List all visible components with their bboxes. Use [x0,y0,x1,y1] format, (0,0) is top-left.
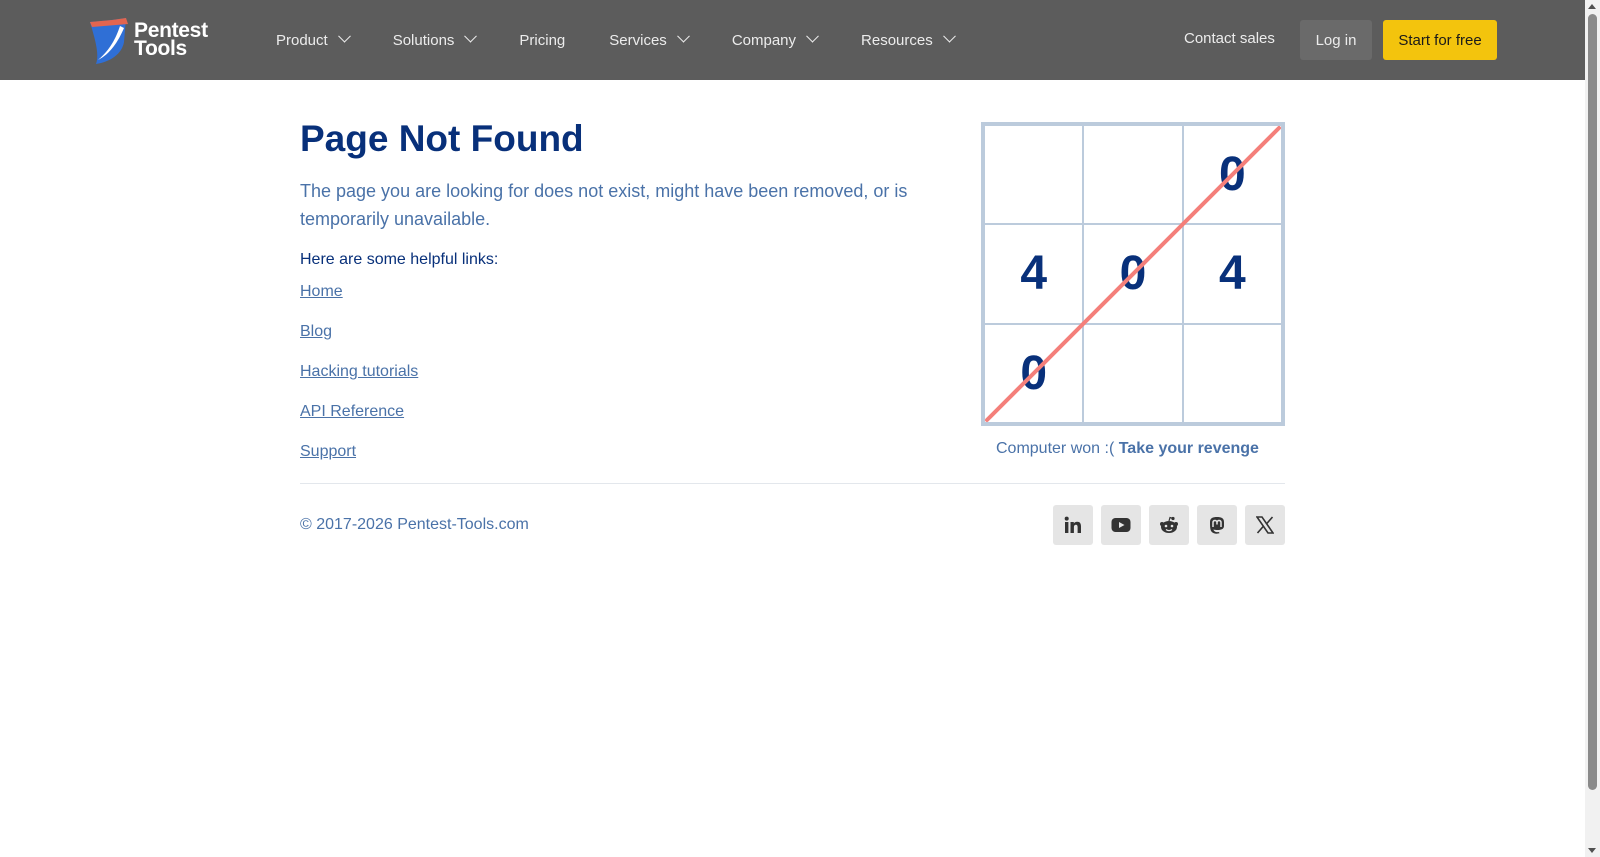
top-navbar: Pentest Tools Product Solutions Pricing … [0,0,1585,80]
logo-text: Pentest Tools [134,19,208,60]
game-result-text: Computer won :( [996,440,1115,457]
x-link[interactable] [1245,505,1285,545]
scroll-down-arrow-icon[interactable] [1588,848,1596,853]
reddit-icon [1160,516,1178,533]
chevron-down-icon [676,29,690,43]
linkedin-icon [1064,516,1081,533]
scroll-up-arrow-icon[interactable] [1588,4,1596,9]
youtube-link[interactable] [1101,505,1141,545]
logo[interactable]: Pentest Tools [88,16,208,64]
nav-company-label: Company [731,31,797,49]
start-free-button[interactable]: Start for free [1383,20,1497,60]
login-button[interactable]: Log in [1300,20,1372,60]
link-support[interactable]: Support [300,443,356,461]
board-cell[interactable]: 4 [984,224,1084,324]
scroll-thumb[interactable] [1588,14,1597,790]
mastodon-link[interactable] [1197,505,1237,545]
copyright-text: © 2017-2026 Pentest-Tools.com [300,516,529,533]
link-api-reference[interactable]: API Reference [300,403,404,421]
board-cell[interactable] [984,125,1084,225]
contact-sales-link[interactable]: Contact sales [1184,30,1275,47]
nav-pricing-label: Pricing [519,31,566,49]
main-nav: Product Solutions Pricing Services Compa… [276,0,998,80]
board-cell[interactable]: 0 [1083,224,1183,324]
social-links [1053,505,1285,545]
chevron-down-icon [806,29,819,43]
board-cell[interactable] [1182,323,1282,423]
page-title: Page Not Found [300,118,584,159]
linkedin-link[interactable] [1053,505,1093,545]
page-description: The page you are looking for does not ex… [300,181,908,229]
board-cell[interactable]: 0 [1182,125,1282,225]
board-cell[interactable] [1083,323,1183,423]
nav-resources-label: Resources [861,31,933,49]
chevron-down-icon [337,29,351,43]
nav-solutions[interactable]: Solutions [392,29,478,49]
shield-logo-icon [90,18,128,64]
link-home[interactable]: Home [300,283,343,301]
youtube-icon [1111,518,1131,532]
nav-product[interactable]: Product [276,29,351,49]
helpful-links-heading: Here are some helpful links: [300,251,499,268]
nav-pricing[interactable]: Pricing [519,32,565,49]
tic-tac-toe-board: 0 4 0 4 0 [981,122,1285,426]
link-hacking-tutorials[interactable]: Hacking tutorials [300,363,418,381]
chevron-down-icon [942,29,956,43]
nav-solutions-label: Solutions [392,31,455,49]
nav-services[interactable]: Services [609,29,690,49]
nav-product-label: Product [276,31,328,49]
nav-services-label: Services [609,31,667,49]
board-cell[interactable]: 0 [984,323,1084,423]
reddit-link[interactable] [1149,505,1189,545]
link-blog[interactable]: Blog [300,323,332,341]
mastodon-icon [1210,517,1224,534]
scrollbar[interactable] [1585,0,1600,857]
board-cell[interactable]: 4 [1182,224,1282,324]
chevron-down-icon [464,29,478,43]
x-icon [1256,516,1274,534]
board-cell[interactable] [1083,125,1183,225]
footer-divider [300,483,1285,484]
game-status: Computer won :( Take your revenge [996,440,1259,458]
take-revenge-link[interactable]: Take your revenge [1119,440,1259,457]
nav-company[interactable]: Company [731,29,819,49]
nav-resources[interactable]: Resources [861,29,956,49]
